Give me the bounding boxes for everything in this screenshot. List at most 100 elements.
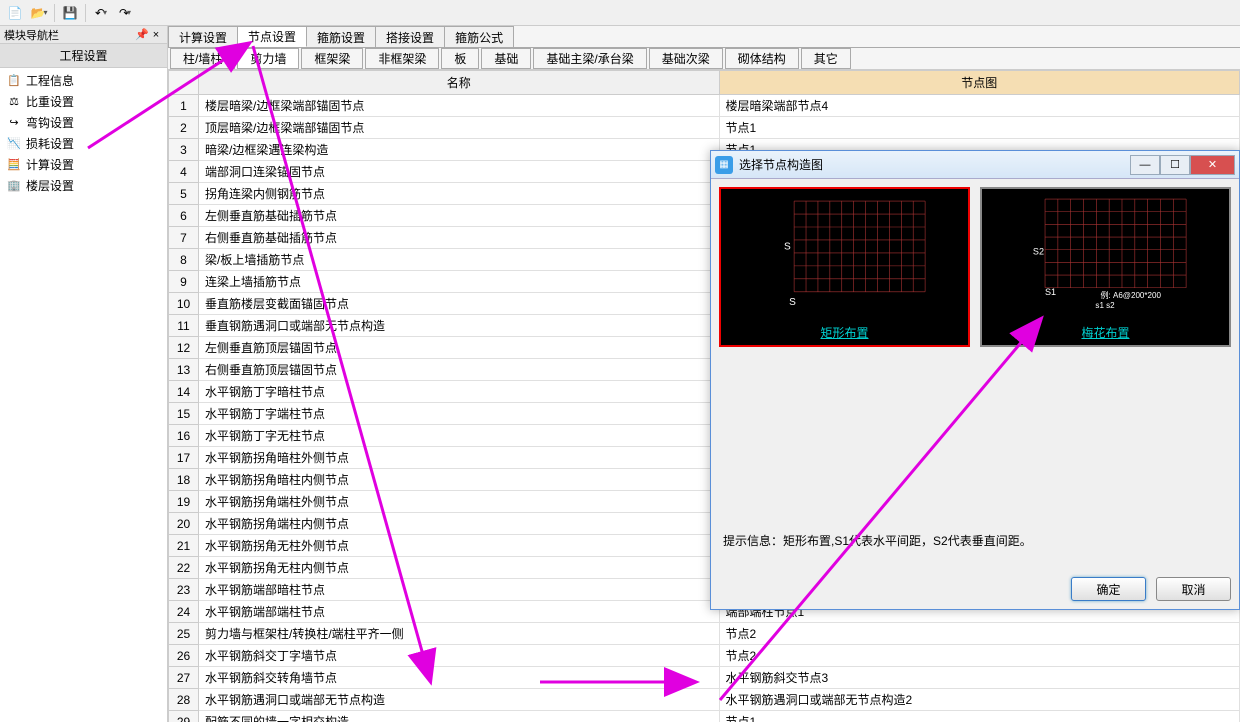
row-name: 端部洞口连梁锚固节点	[199, 161, 720, 183]
row-name: 楼层暗梁/边框梁端部锚固节点	[199, 95, 720, 117]
svg-text:S: S	[784, 241, 791, 252]
tab-1[interactable]: 节点设置	[237, 26, 307, 47]
subtab-4[interactable]: 板	[441, 48, 479, 69]
table-row[interactable]: 29 配筋不同的墙一字相交构造 节点1	[169, 711, 1240, 722]
row-name: 右侧垂直筋顶层锚固节点	[199, 359, 720, 381]
row-num: 26	[169, 645, 199, 667]
row-num: 23	[169, 579, 199, 601]
dialog-titlebar[interactable]: ▦ 选择节点构造图 — ☐ ✕	[711, 151, 1239, 179]
row-name: 水平钢筋拐角暗柱内侧节点	[199, 469, 720, 491]
preview-rect-layout[interactable]: S S 矩形布置	[719, 187, 970, 347]
row-num: 1	[169, 95, 199, 117]
sidebar-section-title[interactable]: 工程设置	[0, 44, 167, 68]
row-name: 水平钢筋拐角端柱内侧节点	[199, 513, 720, 535]
svg-text:S2: S2	[1033, 247, 1044, 257]
sidebar: 模块导航栏 📌 × 工程设置 📋工程信息⚖比重设置↪弯钩设置📉损耗设置🧮计算设置…	[0, 26, 168, 722]
row-num: 14	[169, 381, 199, 403]
tab-2[interactable]: 箍筋设置	[306, 26, 376, 47]
row-value[interactable]: 水平钢筋遇洞口或端部无节点构造2	[719, 689, 1240, 711]
sidebar-item-1[interactable]: ⚖比重设置	[2, 91, 165, 112]
preview-label-plum: 梅花布置	[1077, 320, 1133, 345]
tabs-row: 计算设置节点设置箍筋设置搭接设置箍筋公式	[168, 26, 1240, 48]
row-num: 2	[169, 117, 199, 139]
row-num: 27	[169, 667, 199, 689]
tab-4[interactable]: 箍筋公式	[444, 26, 514, 47]
row-value[interactable]: 水平钢筋斜交节点3	[719, 667, 1240, 689]
col-header-name: 名称	[199, 71, 720, 95]
row-name: 左侧垂直筋基础插筋节点	[199, 205, 720, 227]
subtab-1[interactable]: 剪力墙	[237, 48, 299, 69]
dialog-icon: ▦	[715, 156, 733, 174]
row-name: 暗梁/边框梁遇连梁构造	[199, 139, 720, 161]
row-name: 配筋不同的墙一字相交构造	[199, 711, 720, 722]
row-name: 水平钢筋斜交丁字墙节点	[199, 645, 720, 667]
row-num: 22	[169, 557, 199, 579]
row-num: 18	[169, 469, 199, 491]
minimize-button[interactable]: —	[1130, 155, 1160, 175]
dialog-tip: 提示信息：矩形布置,S1代表水平间距，S2代表垂直间距。	[719, 520, 1231, 561]
row-name: 水平钢筋斜交转角墙节点	[199, 667, 720, 689]
subtabs-row: 柱/墙柱剪力墙框架梁非框架梁板基础基础主梁/承台梁基础次梁砌体结构其它	[168, 48, 1240, 70]
row-value[interactable]: 节点1	[719, 711, 1240, 722]
dialog-title: 选择节点构造图	[739, 156, 1130, 173]
tab-3[interactable]: 搭接设置	[375, 26, 445, 47]
table-row[interactable]: 1 楼层暗梁/边框梁端部锚固节点 楼层暗梁端部节点4	[169, 95, 1240, 117]
table-row[interactable]: 25 剪力墙与框架柱/转换柱/端柱平齐一侧 节点2	[169, 623, 1240, 645]
sidebar-item-label: 楼层设置	[26, 177, 74, 194]
undo-icon[interactable]: ↶▾	[90, 2, 112, 24]
svg-text:S1: S1	[1045, 287, 1056, 297]
row-num: 7	[169, 227, 199, 249]
sidebar-item-2[interactable]: ↪弯钩设置	[2, 112, 165, 133]
row-num: 5	[169, 183, 199, 205]
row-num: 11	[169, 315, 199, 337]
row-value[interactable]: 节点2	[719, 623, 1240, 645]
row-name: 拐角连梁内侧钢筋节点	[199, 183, 720, 205]
col-header-value: 节点图	[719, 71, 1240, 95]
subtab-3[interactable]: 非框架梁	[365, 48, 439, 69]
table-row[interactable]: 27 水平钢筋斜交转角墙节点 水平钢筋斜交节点3	[169, 667, 1240, 689]
row-value[interactable]: 楼层暗梁端部节点4	[719, 95, 1240, 117]
sidebar-icon: ⚖	[6, 94, 22, 110]
preview-plum-layout[interactable]: S1 S2 例: A6@200*200 s1 s2 梅花布置	[980, 187, 1231, 347]
sidebar-item-0[interactable]: 📋工程信息	[2, 70, 165, 91]
row-value[interactable]: 节点2	[719, 645, 1240, 667]
subtab-6[interactable]: 基础主梁/承台梁	[533, 48, 646, 69]
row-num: 10	[169, 293, 199, 315]
subtab-2[interactable]: 框架梁	[301, 48, 363, 69]
redo-icon[interactable]: ↷▾	[114, 2, 136, 24]
sidebar-item-label: 计算设置	[26, 156, 74, 173]
subtab-7[interactable]: 基础次梁	[649, 48, 723, 69]
sidebar-list: 📋工程信息⚖比重设置↪弯钩设置📉损耗设置🧮计算设置🏢楼层设置	[0, 68, 167, 722]
sidebar-item-label: 损耗设置	[26, 135, 74, 152]
table-row[interactable]: 2 顶层暗梁/边框梁端部锚固节点 节点1	[169, 117, 1240, 139]
row-num: 13	[169, 359, 199, 381]
save-icon[interactable]: 💾	[59, 2, 81, 24]
node-diagram-dialog: ▦ 选择节点构造图 — ☐ ✕ S S 矩形布置	[710, 150, 1240, 610]
row-name: 水平钢筋遇洞口或端部无节点构造	[199, 689, 720, 711]
new-doc-icon[interactable]: 📄	[4, 2, 26, 24]
ok-button[interactable]: 确定	[1071, 577, 1146, 601]
sidebar-item-label: 比重设置	[26, 93, 74, 110]
cancel-button[interactable]: 取消	[1156, 577, 1231, 601]
open-icon[interactable]: 📂▾	[28, 2, 50, 24]
row-num: 8	[169, 249, 199, 271]
maximize-button[interactable]: ☐	[1160, 155, 1190, 175]
sidebar-item-4[interactable]: 🧮计算设置	[2, 154, 165, 175]
subtab-0[interactable]: 柱/墙柱	[170, 48, 235, 69]
separator	[85, 4, 86, 22]
row-name: 垂直钢筋遇洞口或端部无节点构造	[199, 315, 720, 337]
pin-icon[interactable]: 📌	[135, 28, 149, 41]
close-icon[interactable]: ×	[149, 29, 163, 41]
subtab-9[interactable]: 其它	[801, 48, 851, 69]
row-value[interactable]: 节点1	[719, 117, 1240, 139]
tab-0[interactable]: 计算设置	[168, 26, 238, 47]
subtab-5[interactable]: 基础	[481, 48, 531, 69]
table-row[interactable]: 26 水平钢筋斜交丁字墙节点 节点2	[169, 645, 1240, 667]
subtab-8[interactable]: 砌体结构	[725, 48, 799, 69]
table-row[interactable]: 28 水平钢筋遇洞口或端部无节点构造 水平钢筋遇洞口或端部无节点构造2	[169, 689, 1240, 711]
sidebar-icon: ↪	[6, 115, 22, 131]
row-num: 28	[169, 689, 199, 711]
sidebar-item-5[interactable]: 🏢楼层设置	[2, 175, 165, 196]
close-button[interactable]: ✕	[1190, 155, 1235, 175]
sidebar-item-3[interactable]: 📉损耗设置	[2, 133, 165, 154]
